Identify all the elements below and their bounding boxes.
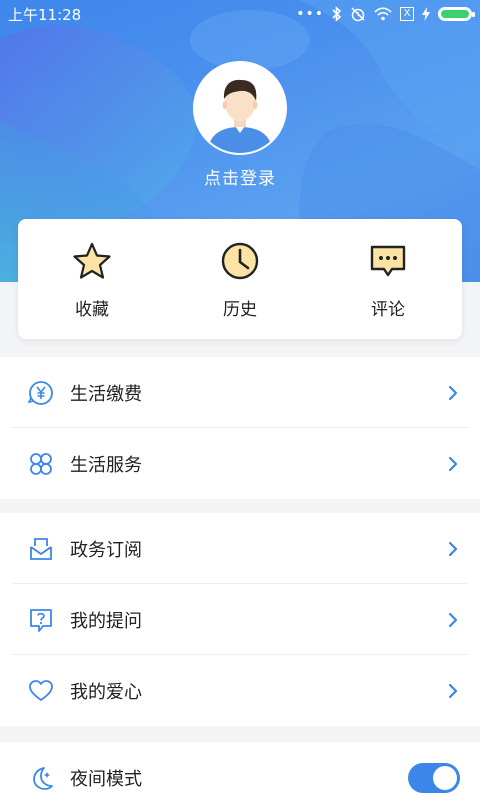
no-sim-icon: X: [400, 7, 414, 21]
chevron-right-icon: [448, 612, 458, 627]
chevron-right-icon: [448, 541, 458, 556]
bottom-tab-bar: [0, 796, 480, 803]
quick-actions-card: 收藏 历史 评论: [18, 219, 462, 339]
status-time: 上午11:28: [8, 5, 82, 24]
comments-label: 评论: [371, 300, 405, 320]
charging-icon: [422, 7, 430, 21]
comment-icon: [370, 245, 406, 277]
favorites-button[interactable]: 收藏: [18, 219, 166, 339]
list-item-label: 我的爱心: [70, 681, 142, 703]
yuan-bill-icon: [28, 380, 53, 405]
list-group-life: 生活缴费 生活服务: [0, 357, 480, 499]
chevron-right-icon: [448, 456, 458, 471]
list-item-night-mode[interactable]: 夜间模式: [0, 742, 480, 796]
chevron-right-icon: [448, 385, 458, 400]
history-button[interactable]: 历史: [166, 219, 314, 339]
alarm-off-icon: [351, 7, 365, 22]
inbox-subscribe-icon: [30, 537, 52, 560]
heart-icon: [29, 679, 53, 701]
toggle-knob: [433, 765, 457, 790]
list-item-label: 我的提问: [70, 610, 142, 632]
list-item-label: 夜间模式: [70, 768, 142, 790]
default-avatar-icon: [195, 63, 285, 153]
list-item-my-questions[interactable]: 我的提问: [0, 584, 480, 655]
clock-icon: [221, 242, 259, 280]
question-bubble-icon: [30, 608, 52, 632]
list-item-my-love[interactable]: 我的爱心: [0, 655, 480, 726]
wifi-icon: [374, 7, 392, 21]
list-item-label: 生活服务: [70, 454, 142, 476]
list-item-label: 政务订阅: [70, 539, 142, 561]
chevron-right-icon: [448, 683, 458, 698]
list-group-personal: 政务订阅 我的提问 我的爱心: [0, 513, 480, 726]
avatar[interactable]: [193, 61, 287, 155]
favorites-label: 收藏: [75, 300, 109, 320]
bluetooth-icon: [332, 6, 342, 22]
list-item-life-payment[interactable]: 生活缴费: [0, 357, 480, 428]
status-bar: 上午11:28 ••• X: [0, 0, 480, 28]
list-group-settings: 夜间模式: [0, 742, 480, 796]
moon-icon: [33, 766, 53, 790]
login-prompt[interactable]: 点击登录: [0, 164, 480, 189]
clover-services-icon: [30, 452, 52, 475]
list-item-life-services[interactable]: 生活服务: [0, 428, 480, 499]
battery-icon: [438, 7, 475, 21]
comments-button[interactable]: 评论: [314, 219, 462, 339]
list-item-gov-subscription[interactable]: 政务订阅: [0, 513, 480, 584]
history-label: 历史: [223, 300, 257, 320]
list-item-label: 生活缴费: [70, 383, 142, 405]
star-icon: [73, 242, 111, 279]
night-mode-toggle[interactable]: [408, 762, 460, 793]
notification-dots: •••: [296, 6, 324, 22]
